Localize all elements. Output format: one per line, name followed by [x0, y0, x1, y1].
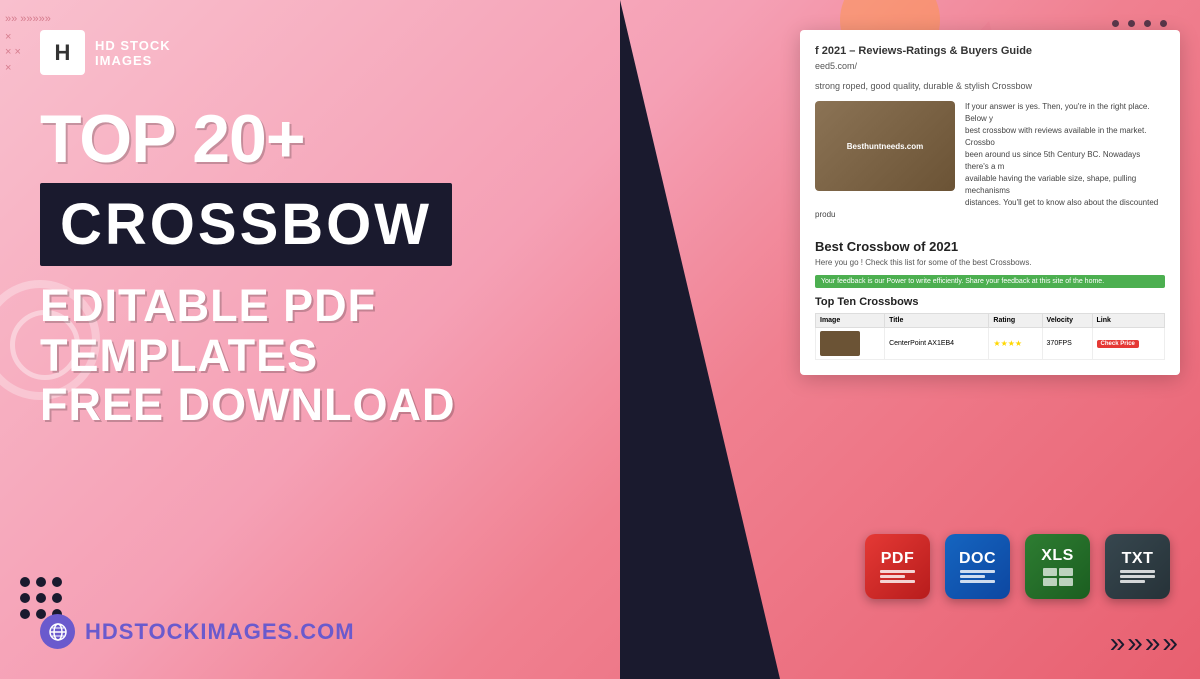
- col-title: Title: [885, 314, 989, 328]
- xls-cell: [1043, 568, 1057, 576]
- txt-format-icon: TXT: [1105, 534, 1170, 599]
- headline-bottom-line1: EDITABLE PDF TEMPLATES: [40, 280, 376, 381]
- col-link: Link: [1092, 314, 1164, 328]
- xls-format-icon: XLS: [1025, 534, 1090, 599]
- logo-line1: HD STOCK: [95, 38, 171, 53]
- xls-cell: [1043, 578, 1057, 586]
- headline-top: TOP 20+: [40, 105, 610, 173]
- pdf-format-icon: PDF: [865, 534, 930, 599]
- crossbow-badge: CROSSBOW: [40, 183, 452, 266]
- xls-cell: [1059, 568, 1073, 576]
- table-row: CenterPoint AX1EB4 ★★★★ 370FPS Check Pri…: [816, 328, 1165, 360]
- pdf-table-title: Top Ten Crossbows: [815, 296, 1165, 308]
- check-price-button[interactable]: Check Price: [1097, 340, 1139, 348]
- pdf-section-text: Here you go ! Check this list for some o…: [815, 258, 1165, 267]
- cell-velocity: 370FPS: [1042, 328, 1092, 360]
- pdf-green-bar: Your feedback is our Power to write effi…: [815, 275, 1165, 288]
- logo-icon: H: [40, 30, 85, 75]
- crossbow-text: CROSSBOW: [60, 192, 432, 257]
- xls-cell: [1059, 578, 1073, 586]
- logo-text: HD STOCK IMAGES: [95, 38, 171, 68]
- left-content: H HD STOCK IMAGES TOP 20+ CROSSBOW EDITA…: [0, 0, 650, 679]
- cell-rating: ★★★★: [989, 328, 1042, 360]
- pdf-preview-domain: eed5.com/: [815, 61, 1165, 71]
- body-text-1: If your answer is yes. Then, you're in t…: [965, 102, 1150, 123]
- col-velocity: Velocity: [1042, 314, 1092, 328]
- website-url: HDSTOCKIMAGES.COM: [40, 614, 355, 649]
- deco-arrows-bottom-right: »»»»: [1110, 627, 1180, 659]
- body-text-4: available having the variable size, shap…: [965, 174, 1136, 195]
- pdf-image-label: Besthuntneeds.com: [847, 142, 923, 151]
- body-text-5: distances. You'll get to know also about…: [815, 198, 1158, 219]
- cell-link: Check Price: [1092, 328, 1164, 360]
- logo-line2: IMAGES: [95, 53, 171, 68]
- format-icons-row: PDF DOC XLS TXT: [865, 534, 1170, 599]
- cell-image: [816, 328, 885, 360]
- headline-bottom: EDITABLE PDF TEMPLATES FREE DOWNLOAD: [40, 281, 610, 430]
- cell-title: CenterPoint AX1EB4: [885, 328, 989, 360]
- body-text-3: been around us since 5th Century BC. Now…: [965, 150, 1140, 171]
- col-image: Image: [816, 314, 885, 328]
- logo-area: H HD STOCK IMAGES: [40, 30, 610, 75]
- headline-bottom-line2: FREE DOWNLOAD: [40, 379, 455, 430]
- pdf-table: Image Title Rating Velocity Link CenterP…: [815, 313, 1165, 360]
- body-text-2: best crossbow with reviews available in …: [965, 126, 1146, 147]
- pdf-preview-description: strong roped, good quality, durable & st…: [815, 81, 1165, 91]
- pdf-preview: f 2021 – Reviews-Ratings & Buyers Guide …: [800, 30, 1180, 375]
- doc-format-icon: DOC: [945, 534, 1010, 599]
- pdf-image: Besthuntneeds.com: [815, 101, 955, 191]
- pdf-preview-title: f 2021 – Reviews-Ratings & Buyers Guide: [815, 45, 1165, 57]
- col-rating: Rating: [989, 314, 1042, 328]
- globe-icon: [40, 614, 75, 649]
- website-url-text: HDSTOCKIMAGES.COM: [85, 619, 355, 645]
- pdf-section-title: Best Crossbow of 2021: [815, 239, 1165, 254]
